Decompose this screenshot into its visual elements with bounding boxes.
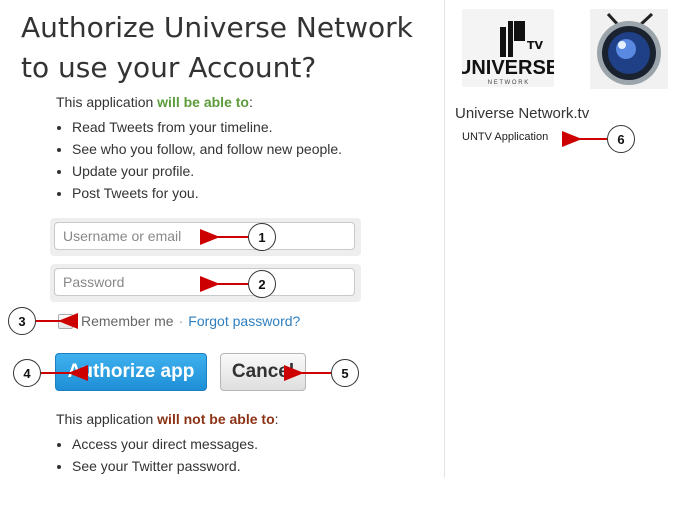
- denied-heading-prefix: This application: [56, 411, 158, 427]
- remember-row: Remember me · Forgot password?: [58, 313, 300, 329]
- callout-1: 1: [248, 223, 276, 251]
- denied-permissions-list: Access your direct messages. See your Tw…: [56, 433, 258, 477]
- list-item: Read Tweets from your timeline.: [72, 116, 342, 138]
- password-input[interactable]: [54, 268, 355, 296]
- app-description: UNTV Application: [462, 131, 549, 143]
- universe-network-logo: TV UNIVERSE N E T W O R K: [457, 9, 559, 87]
- forgot-password-link[interactable]: Forgot password?: [188, 313, 300, 329]
- callout-3: 3: [8, 307, 36, 335]
- separator: ·: [178, 313, 184, 329]
- username-input[interactable]: [54, 222, 355, 250]
- logo-tv-text: TV: [527, 39, 544, 52]
- list-item: See who you follow, and follow new peopl…: [72, 138, 342, 160]
- callout-6: 6: [607, 125, 635, 153]
- allowed-heading-emphasis: will be able to: [157, 94, 249, 110]
- list-item: See your Twitter password.: [72, 455, 258, 477]
- allowed-heading-suffix: :: [248, 94, 253, 110]
- allowed-permissions-heading: This application will be able to:: [56, 94, 253, 110]
- page-title: Authorize Universe Network to use your A…: [21, 11, 413, 84]
- logo-word-text: UNIVERSE: [462, 57, 554, 79]
- denied-permissions-heading: This application will not be able to:: [56, 411, 279, 427]
- logo-sub-text: N E T W O R K: [488, 80, 528, 86]
- username-field-container: [50, 218, 361, 256]
- callout-4: 4: [13, 359, 41, 387]
- tv-globe-icon: [597, 12, 661, 85]
- denied-heading-suffix: :: [274, 411, 279, 427]
- untv-tv-logo: [590, 9, 668, 89]
- password-field-container: [50, 264, 361, 302]
- allowed-heading-prefix: This application: [56, 94, 158, 110]
- list-item: Access your direct messages.: [72, 433, 258, 455]
- cancel-button[interactable]: Cancel: [220, 353, 306, 391]
- authorization-panel: Authorize Universe Network to use your A…: [0, 0, 444, 478]
- callout-5: 5: [331, 359, 359, 387]
- denied-heading-emphasis: will not be able to: [157, 411, 275, 427]
- list-item: Post Tweets for you.: [72, 182, 342, 204]
- remember-me-checkbox[interactable]: [58, 313, 73, 329]
- remember-me-label[interactable]: Remember me: [81, 313, 174, 329]
- authorize-app-button[interactable]: Authorize app: [55, 353, 207, 391]
- callout-2: 2: [248, 270, 276, 298]
- app-name: Universe Network.tv: [455, 105, 590, 122]
- allowed-permissions-list: Read Tweets from your timeline. See who …: [56, 116, 342, 204]
- universe-logo-graphic: TV UNIVERSE N E T W O R K: [457, 21, 559, 86]
- list-item: Update your profile.: [72, 160, 342, 182]
